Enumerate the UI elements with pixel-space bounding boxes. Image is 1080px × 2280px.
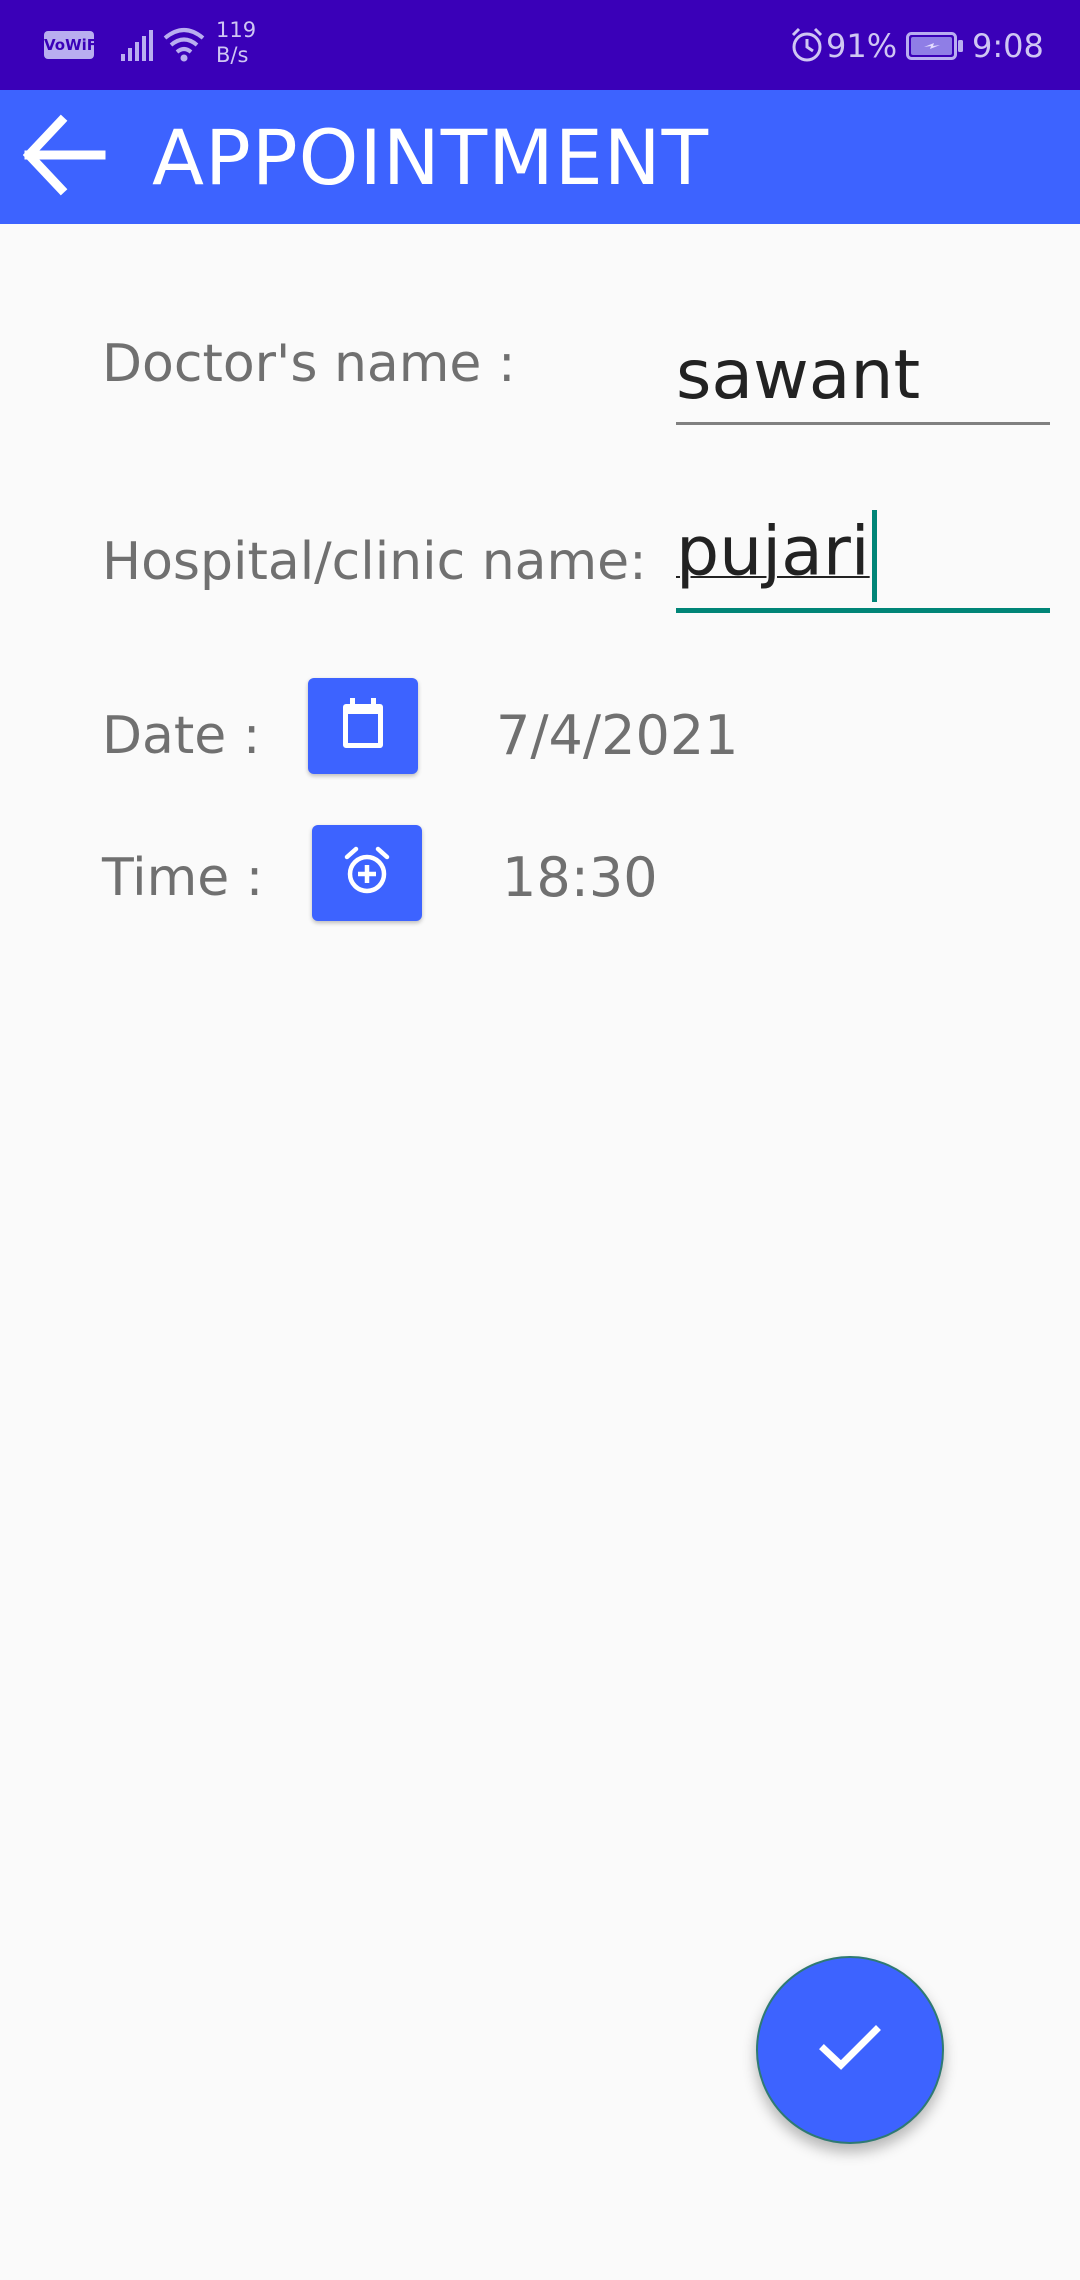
hospital-name-value: pujari (676, 512, 870, 592)
hospital-name-content: pujari (676, 510, 877, 602)
network-speed-value: 119 (216, 18, 257, 42)
alarm-add-icon (344, 846, 390, 900)
save-fab-button[interactable] (756, 1956, 944, 2144)
time-value: 18:30 (502, 846, 658, 909)
battery-charging-icon (906, 32, 964, 64)
time-label: Time : (102, 848, 264, 908)
network-speed-unit: B/s (216, 43, 249, 67)
doctor-name-label: Doctor's name : (102, 334, 516, 394)
alarm-icon (790, 27, 824, 67)
text-cursor (871, 510, 877, 602)
doctor-name-input[interactable]: sawant (676, 330, 1050, 425)
battery-percent: 91% (826, 27, 898, 65)
hospital-name-input[interactable]: pujari (676, 510, 1050, 613)
vowifi-badge: VoWiFi (44, 31, 102, 59)
doctor-name-value: sawant (676, 336, 921, 415)
date-picker-button[interactable] (308, 678, 418, 774)
status-bar: VoWiFi 119 B/s 91% 9:08 (0, 0, 1080, 90)
date-label: Date : (102, 706, 261, 766)
clock: 9:08 (972, 27, 1044, 65)
wifi-icon (162, 26, 206, 66)
date-value: 7/4/2021 (496, 704, 739, 767)
appointment-screen: VoWiFi 119 B/s 91% 9:08 APPOINTMENT Doct… (0, 0, 1080, 2280)
check-icon (818, 2023, 882, 2077)
signal-icon (120, 28, 154, 66)
app-bar: APPOINTMENT (0, 90, 1080, 224)
calendar-icon (341, 698, 385, 754)
hospital-name-label: Hospital/clinic name: (102, 532, 647, 592)
page-title: APPOINTMENT (152, 113, 710, 202)
network-speed: 119 B/s (216, 18, 256, 68)
back-button[interactable] (16, 108, 114, 206)
time-picker-button[interactable] (312, 825, 422, 921)
arrow-left-icon (22, 113, 107, 201)
